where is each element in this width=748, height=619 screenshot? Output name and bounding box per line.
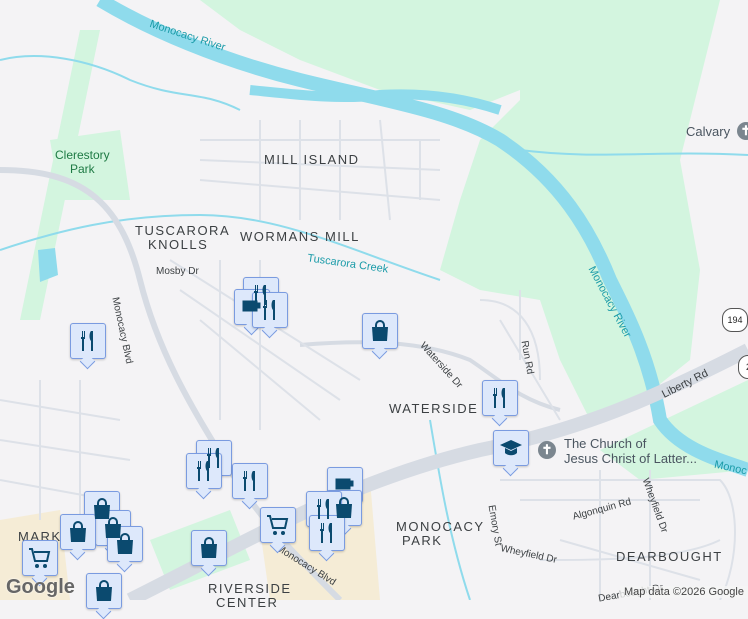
creek-north — [0, 55, 241, 111]
label-clerestory-park: Park — [70, 162, 95, 176]
shopping-cart-icon — [29, 548, 51, 568]
route-shield-26: 26 — [738, 355, 748, 379]
shopping-bag-icon — [70, 521, 86, 542]
label-mill-island: MILL ISLAND — [264, 152, 360, 167]
restaurant-marker[interactable] — [232, 463, 268, 499]
label-wormans-mill: WORMANS MILL — [240, 229, 360, 244]
shopping-bag-icon — [96, 580, 112, 601]
fork-knife-icon — [317, 499, 329, 519]
google-logo[interactable]: Google — [6, 576, 75, 599]
label-knolls: KNOLLS — [148, 237, 209, 252]
label-waterside: WATERSIDE — [389, 401, 479, 416]
label-tuscarora: TUSCARORA — [135, 223, 231, 238]
shopping-marker[interactable] — [191, 530, 227, 566]
restaurant-marker[interactable] — [309, 515, 345, 551]
label-park: PARK — [402, 533, 443, 548]
label-riverside: RIVERSIDE — [208, 581, 292, 596]
school-marker[interactable] — [493, 430, 529, 466]
grocery-marker[interactable] — [260, 507, 296, 543]
fork-knife-icon — [197, 461, 209, 481]
fork-knife-icon — [243, 471, 255, 491]
shopping-cart-icon — [267, 515, 289, 535]
pond — [38, 248, 58, 282]
map-attribution[interactable]: Map data ©2026 Google — [619, 586, 748, 598]
restaurant-marker[interactable] — [70, 323, 106, 359]
fork-knife-icon — [81, 331, 93, 351]
shopping-bag-icon — [372, 320, 388, 341]
poi-church-line2[interactable]: Jesus Christ of Latter... — [564, 451, 697, 466]
route-shield-194: 194 — [722, 308, 748, 332]
poi-calvary[interactable]: Calvary — [686, 124, 730, 139]
church-icon[interactable]: ✝ — [538, 441, 556, 459]
shopping-marker[interactable] — [86, 573, 122, 609]
grocery-marker[interactable] — [22, 540, 58, 576]
shopping-bag-icon — [201, 537, 217, 558]
graduation-cap-icon — [500, 440, 522, 456]
shopping-marker[interactable] — [107, 526, 143, 562]
label-monocacy: MONOCACY — [396, 519, 485, 534]
church-icon-calvary[interactable]: ✝ — [737, 122, 748, 140]
label-dearbought: DEARBOUGHT — [616, 549, 723, 564]
poi-church-line1[interactable]: The Church of — [564, 436, 646, 451]
street-mosby-dr: Mosby Dr — [156, 266, 199, 277]
label-center: CENTER — [216, 595, 279, 610]
label-clerestory: Clerestory — [55, 148, 110, 162]
shopping-bag-icon — [117, 533, 133, 554]
fork-knife-icon — [263, 300, 275, 320]
fork-knife-icon — [320, 523, 332, 543]
coffee-cup-icon — [335, 478, 354, 490]
restaurant-marker[interactable] — [252, 292, 288, 328]
restaurant-marker[interactable] — [482, 380, 518, 416]
shopping-marker[interactable] — [362, 313, 398, 349]
fork-knife-icon — [493, 388, 505, 408]
